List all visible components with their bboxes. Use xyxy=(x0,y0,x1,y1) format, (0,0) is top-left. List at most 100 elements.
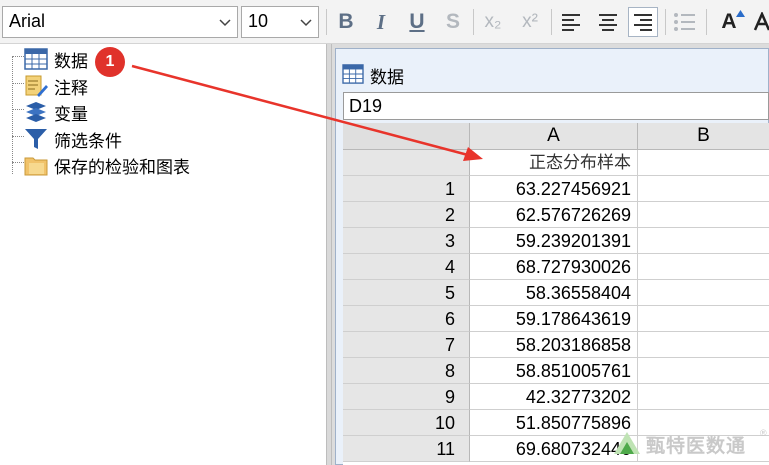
column-name-cell[interactable]: 正态分布样本 xyxy=(470,150,638,176)
grid-cell[interactable] xyxy=(638,306,769,332)
layers-icon xyxy=(26,102,46,122)
row-header[interactable]: 4 xyxy=(343,254,470,280)
grid-cell[interactable] xyxy=(638,176,769,202)
row-header[interactable]: 5 xyxy=(343,280,470,306)
chevron-down-icon xyxy=(300,19,312,27)
tree-item-label: 数据 xyxy=(54,52,88,72)
notes-icon xyxy=(25,75,48,97)
align-center-icon xyxy=(599,14,617,31)
folder-icon xyxy=(24,157,48,176)
tree-connector xyxy=(12,109,24,110)
data-cell[interactable]: 58.851005761 xyxy=(470,358,638,384)
font-size-select[interactable]: 10 xyxy=(241,6,319,38)
cell-reference-box[interactable]: D19 xyxy=(343,92,769,120)
font-family-select[interactable]: Arial xyxy=(2,6,238,38)
annotation-badge: 1 xyxy=(95,47,125,77)
toolbar-divider xyxy=(473,9,474,35)
grid-cell[interactable] xyxy=(638,358,769,384)
font-size-icon xyxy=(753,10,769,31)
row-header[interactable] xyxy=(343,150,470,176)
row-header[interactable]: 10 xyxy=(343,410,470,436)
watermark-text: 甄特医数通 xyxy=(646,435,747,457)
grid-cell[interactable] xyxy=(638,202,769,228)
spreadsheet-grid: A B 正态分布样本 1 63.227456921 2 62.576726269 3 59… xyxy=(343,123,769,465)
formatting-toolbar: Arial 10 B I U S x₂ x² A xyxy=(0,0,769,44)
data-cell[interactable]: 68.727930026 xyxy=(470,254,638,280)
row-header[interactable]: 7 xyxy=(343,332,470,358)
data-cell[interactable]: 59.178643619 xyxy=(470,306,638,332)
column-header-b[interactable]: B xyxy=(638,123,769,150)
increase-font-button[interactable]: A xyxy=(714,7,745,37)
chevron-down-icon xyxy=(219,19,231,27)
data-cell[interactable]: 62.576726269 xyxy=(470,202,638,228)
table-icon xyxy=(24,48,48,70)
logo-icon xyxy=(614,432,640,454)
subscript-button[interactable]: x₂ xyxy=(478,7,508,37)
grid-corner[interactable] xyxy=(343,123,470,150)
tree-item-label: 保存的检验和图表 xyxy=(54,158,190,178)
font-size-value: 10 xyxy=(248,11,269,31)
data-cell[interactable]: 42.32773202 xyxy=(470,384,638,410)
tree-item-label: 变量 xyxy=(54,105,88,125)
table-row: 正态分布样本 xyxy=(343,150,769,176)
grid-cell[interactable] xyxy=(638,254,769,280)
align-right-icon xyxy=(634,14,652,31)
align-left-button[interactable] xyxy=(556,7,586,37)
grid-cell[interactable] xyxy=(638,280,769,306)
table-row: 7 58.203186858 xyxy=(343,332,769,358)
grid-cell[interactable] xyxy=(638,332,769,358)
table-row: 8 58.851005761 xyxy=(343,358,769,384)
cell-reference-value: D19 xyxy=(349,96,383,116)
grid-cell[interactable] xyxy=(638,384,769,410)
data-window: 数据 D19 A B 正态分布样本 1 63.227456921 2 62.57672… xyxy=(332,44,769,465)
tree-connector xyxy=(12,56,24,57)
tree-connector xyxy=(12,136,24,137)
table-icon xyxy=(342,64,364,84)
toolbar-divider xyxy=(665,9,666,35)
bulleted-list-icon xyxy=(674,13,695,31)
table-row: 1 63.227456921 xyxy=(343,176,769,202)
row-header[interactable]: 6 xyxy=(343,306,470,332)
increase-font-label: A xyxy=(721,10,737,33)
table-row: 2 62.576726269 xyxy=(343,202,769,228)
data-cell[interactable]: 58.203186858 xyxy=(470,332,638,358)
table-row: 4 68.727930026 xyxy=(343,254,769,280)
registered-mark: ® xyxy=(760,428,767,438)
table-row: 9 42.32773202 xyxy=(343,384,769,410)
data-cell[interactable]: 59.239201391 xyxy=(470,228,638,254)
data-cell[interactable]: 58.36558404 xyxy=(470,280,638,306)
tree-connector xyxy=(12,83,24,84)
row-header[interactable]: 1 xyxy=(343,176,470,202)
triangle-up-icon xyxy=(736,10,745,17)
italic-button[interactable]: I xyxy=(366,7,396,37)
strikethrough-button[interactable]: S xyxy=(438,7,468,37)
toolbar-divider xyxy=(551,9,552,35)
table-row: 6 59.178643619 xyxy=(343,306,769,332)
align-right-button[interactable] xyxy=(628,7,658,37)
decrease-font-button[interactable] xyxy=(748,7,769,37)
bold-button[interactable]: B xyxy=(331,7,361,37)
tree-connector xyxy=(12,56,13,174)
tree-connector xyxy=(12,162,24,163)
column-header-a[interactable]: A xyxy=(470,123,638,150)
table-row: 5 58.36558404 xyxy=(343,280,769,306)
navigation-tree: 数据 注释 变量 筛选条件 保存的检验和图表 xyxy=(0,44,326,465)
font-family-value: Arial xyxy=(9,11,46,31)
toolbar-divider xyxy=(326,9,327,35)
grid-cell[interactable] xyxy=(638,150,769,176)
grid-cell[interactable] xyxy=(638,228,769,254)
data-cell[interactable]: 63.227456921 xyxy=(470,176,638,202)
row-header[interactable]: 2 xyxy=(343,202,470,228)
underline-button[interactable]: U xyxy=(402,7,432,37)
align-left-icon xyxy=(562,14,580,31)
table-row: 3 59.239201391 xyxy=(343,228,769,254)
window-title-text: 数据 xyxy=(370,68,404,88)
row-header[interactable]: 8 xyxy=(343,358,470,384)
align-center-button[interactable] xyxy=(593,7,623,37)
bulleted-list-button[interactable] xyxy=(670,7,700,37)
row-header[interactable]: 3 xyxy=(343,228,470,254)
superscript-button[interactable]: x² xyxy=(515,7,545,37)
row-header[interactable]: 11 xyxy=(343,436,470,462)
row-header[interactable]: 9 xyxy=(343,384,470,410)
watermark: 甄特医数通 ® xyxy=(612,428,769,460)
